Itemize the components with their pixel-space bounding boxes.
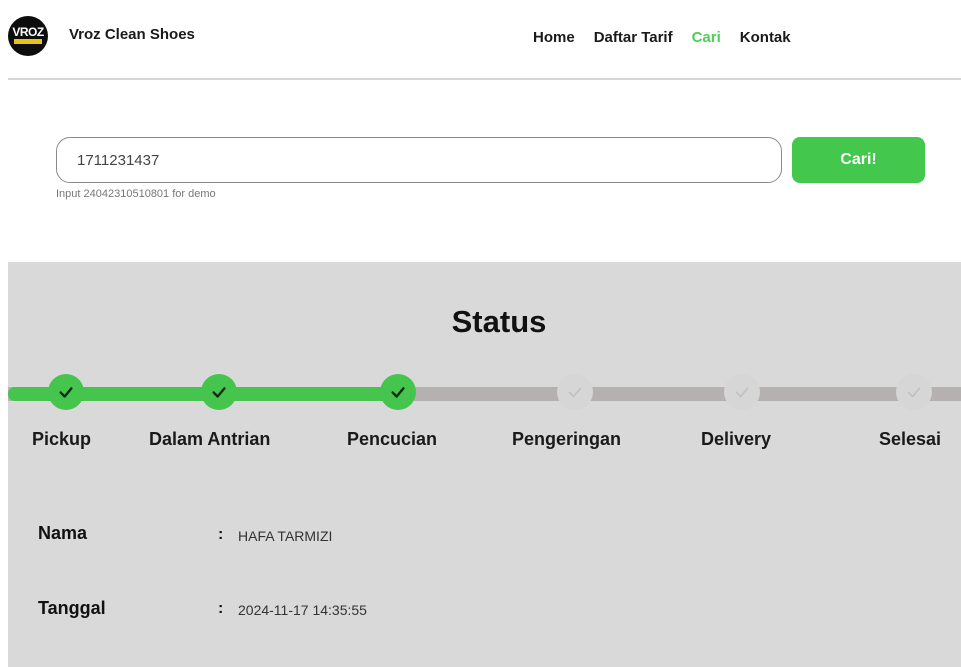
step-delivery-check-icon (724, 374, 760, 410)
nama-label: Nama (38, 523, 88, 543)
search-input[interactable] (56, 137, 782, 183)
tanggal-separator: : (218, 600, 224, 617)
step-label-pencucian: Pencucian (347, 429, 438, 449)
brand-logo[interactable]: VROZ (8, 16, 48, 56)
logo-stripe (14, 39, 42, 44)
step-pickup-check-icon (48, 374, 84, 410)
nav-kontak[interactable]: Kontak (740, 29, 791, 46)
step-pengeringan-check-icon (557, 374, 593, 410)
tanggal-label: Tanggal (38, 598, 106, 618)
nama-value: HAFA TARMIZI (238, 528, 333, 544)
nav-daftar-tarif[interactable]: Daftar Tarif (594, 29, 673, 46)
step-label-selesai: Selesai (879, 429, 942, 449)
logo-mark: VROZ (12, 25, 44, 39)
site-header: VROZ Vroz Clean Shoes Home Daftar Tarif … (0, 0, 961, 80)
header-divider (8, 78, 961, 80)
main-nav: Home Daftar Tarif Cari Kontak (533, 29, 810, 46)
step-label-dalam-antrian: Dalam Antrian (149, 429, 271, 449)
brand-name[interactable]: Vroz Clean Shoes (69, 26, 195, 43)
step-pencucian-check-icon (380, 374, 416, 410)
nav-cari[interactable]: Cari (692, 29, 721, 46)
status-title: Status (451, 304, 547, 339)
search-hint: Input 24042310510801 for demo (56, 188, 216, 200)
nama-separator: : (218, 526, 224, 543)
nav-home[interactable]: Home (533, 29, 575, 46)
step-label-pengeringan: Pengeringan (512, 429, 622, 449)
step-selesai-check-icon (896, 374, 932, 410)
step-label-delivery: Delivery (701, 429, 772, 449)
tanggal-value: 2024-11-17 14:35:55 (238, 602, 367, 618)
step-label-pickup: Pickup (32, 429, 92, 449)
search-button[interactable]: Cari! (792, 137, 925, 183)
step-dalam-antrian-check-icon (201, 374, 237, 410)
